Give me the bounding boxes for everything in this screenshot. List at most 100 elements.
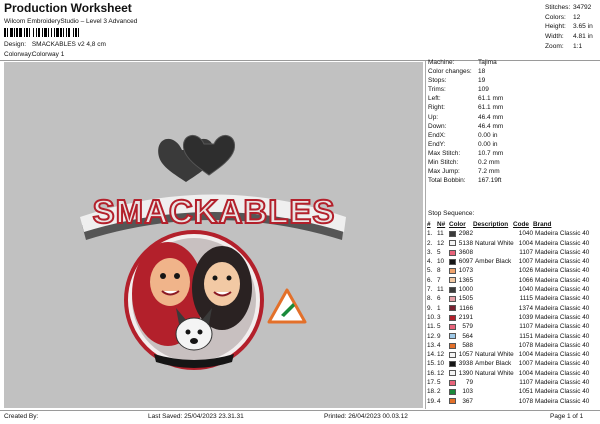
thread-description [475,266,515,275]
table-row: 19. 4 367 1078 Madeira Classic 40 [427,397,598,406]
color-swatch-cell [449,229,457,238]
thread-brand: Madeira Classic 40 [535,248,590,256]
color-swatch-cell [449,266,457,275]
color-swatch [449,296,456,303]
thread-code: 1040 [518,230,533,238]
barcode-bar [79,28,81,37]
thread-code: 1107 [519,248,533,256]
table-row: 13. 4 588 1078 Madeira Classic 40 [427,341,598,350]
stop-sequence-label: Stop Sequence: [428,210,475,217]
thread-brand: Madeira Classic 40 [535,267,590,275]
color-swatch [449,268,456,275]
created-by: Created By: [4,413,39,420]
info-endx: EndX: 0.00 in [428,131,498,139]
info-min-stitch: Min Stitch: 0.2 mm [428,159,500,167]
color-swatch [449,230,456,237]
color-swatch-cell [449,369,457,378]
thread-code: 1374 [518,304,533,312]
color-swatch [449,388,456,395]
thread-brand: Madeira Classic 40 [535,258,590,266]
stop-sequence-table: # N# Color Description Code Brand 1. 11 29… [427,220,598,406]
thread-code: 1107 [519,379,533,387]
printed-date: Printed: 26/04/2023 00.03.12 [324,413,408,420]
barcode [4,28,124,37]
color-swatch [449,314,456,321]
thread-description [475,313,515,322]
color-swatch [449,379,456,386]
color-swatch [449,351,456,358]
needle-number: 12 [437,369,445,377]
table-row: 7. 11 1000 1040 Madeira Classic 40 [427,285,598,294]
thread-description [475,276,515,285]
needle-number: 5 [437,248,441,256]
needle-number: 5 [437,323,441,331]
color-swatch [449,305,456,312]
info-stops: Stops: 19 [428,77,486,85]
colorway-row: Colorway: Colorway 1 [4,51,64,58]
stitch-count: 579 [462,323,473,331]
color-swatch-cell [449,387,457,396]
needle-number: 10 [437,360,445,368]
table-row: 9. 1 1166 1374 Madeira Classic 40 [427,304,598,313]
row-number: 5. [427,267,433,275]
stitch-count: 1000 [458,286,473,294]
table-row: 17. 5 79 1107 Madeira Classic 40 [427,378,598,387]
row-number: 14. [427,351,436,359]
stitch-count: 103 [462,388,473,396]
color-swatch-cell [449,332,457,341]
thread-brand: Madeira Classic 40 [535,332,590,340]
thread-brand: Madeira Classic 40 [535,351,590,359]
thread-description [475,387,515,396]
needle-number: 11 [437,230,444,238]
thread-description: Amber Black [475,360,512,368]
table-row: 15. 10 3938 Amber Black 1007 Madeira Classic … [427,359,598,368]
color-swatch-cell [449,359,457,368]
row-number: 17. [427,379,436,387]
color-swatch-cell [449,276,457,285]
thread-description: Natural White [475,239,514,247]
thread-brand: Madeira Classic 40 [535,397,590,405]
panel-divider [425,61,426,409]
design-value: SMACKABLES v2 4,8 cm [31,41,106,48]
row-number: 16. [427,369,436,377]
needle-number: 7 [437,276,441,284]
stitch-count: 1365 [458,276,473,284]
thread-description [475,322,515,331]
stitch-count: 3938 [458,360,473,368]
needle-number: 1 [437,304,441,312]
color-swatch-cell [449,397,457,406]
color-swatch-cell [449,239,457,248]
info-endy: EndY: 0.00 in [428,140,498,148]
row-number: 3. [427,248,433,256]
thread-description [475,378,515,387]
color-swatch-cell [449,285,457,294]
thread-description [475,229,515,238]
worksheet-title: Production Worksheet [4,1,132,15]
thread-brand: Madeira Classic 40 [535,323,590,331]
thread-description [475,285,515,294]
thread-code: 1007 [518,360,533,368]
needle-number: 9 [437,332,441,340]
color-swatch [449,398,456,405]
needle-number: 5 [437,379,441,387]
thread-code: 1066 [518,276,533,284]
stitch-count: 1505 [458,295,473,303]
info-total-bobbin: Total Bobbin: 167.19ft [428,177,502,185]
row-number: 1. [427,230,433,238]
stats-panel: Stitches: 34792 Colors: 12 Height: 3.65 in … [545,3,597,51]
table-row: 1. 11 2982 1040 Madeira Classic 40 [427,229,598,238]
portrait-badge [124,230,264,370]
thread-brand: Madeira Classic 40 [535,313,590,321]
table-row: 5. 8 1073 1026 Madeira Classic 40 [427,266,598,275]
thread-code: 1026 [518,267,533,275]
thread-brand: Madeira Classic 40 [535,388,590,396]
needle-number: 8 [437,267,441,275]
colorway-value: Colorway 1 [31,51,65,58]
color-swatch-cell [449,294,457,303]
color-swatch [449,277,456,284]
needle-number: 12 [437,351,445,359]
thread-description: Amber Black [475,258,512,266]
row-number: 13. [427,341,436,349]
stat-height: Height: 3.65 in [545,23,593,31]
thread-description [475,248,515,257]
